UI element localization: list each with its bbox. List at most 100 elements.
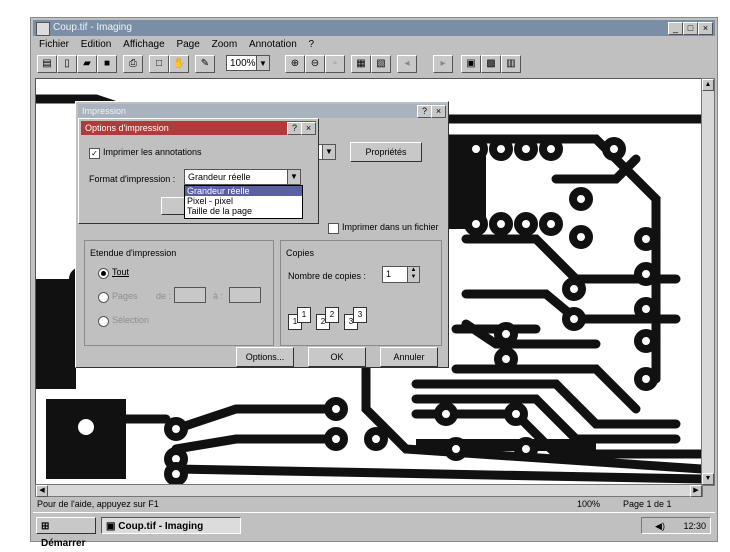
menu-affichage[interactable]: Affichage: [123, 39, 165, 50]
clock: 12:30: [683, 521, 706, 531]
speaker-icon[interactable]: ◀): [655, 521, 665, 531]
taskbar-item-label: Coup.tif - Imaging: [118, 521, 204, 532]
copies-stepper[interactable]: 1 ▲ ▼: [382, 266, 420, 283]
chevron-down-icon: ▼: [287, 170, 300, 184]
scroll-up-icon[interactable]: ▲: [702, 79, 714, 91]
print-format-label: Format d'impression :: [89, 174, 176, 184]
taskbar: ⊞ Démarrer ▣ Coup.tif - Imaging ◀) 12:30: [33, 512, 715, 549]
cancel-button[interactable]: Annuler: [380, 347, 438, 367]
next-page-icon[interactable]: ▸: [433, 55, 453, 73]
print-icon[interactable]: ⎙: [123, 55, 143, 73]
screen: Coup.tif - Imaging _ □ × Fichier Edition…: [30, 17, 718, 549]
print-range-title: Etendue d'impression: [90, 248, 177, 258]
one-page-view-icon[interactable]: ▣: [461, 55, 481, 73]
spinner-icon: ▲ ▼: [407, 267, 419, 282]
print-format-dropdown-list: Grandeur réelle Pixel - pixel Taille de …: [184, 185, 303, 219]
horizontal-scrollbar[interactable]: ◀ ▶: [35, 484, 703, 497]
range-pages-label: Pages: [112, 291, 138, 301]
zoom-select[interactable]: 100% ▼: [226, 55, 270, 71]
range-to-label: à :: [213, 291, 224, 301]
print-options-help-button[interactable]: ?: [287, 122, 302, 135]
format-option-actual-size[interactable]: Grandeur réelle: [185, 186, 302, 196]
imaging-app-icon: ▣: [106, 521, 116, 532]
ok-button[interactable]: OK: [308, 347, 366, 367]
copies-value: 1: [386, 269, 392, 279]
print-to-file-label: Imprimer dans un fichier: [342, 222, 439, 232]
print-to-file-checkbox[interactable]: [328, 223, 339, 234]
close-button[interactable]: ×: [698, 22, 713, 35]
range-pages-radio[interactable]: [98, 292, 109, 303]
status-page: Page 1 de 1: [623, 499, 672, 509]
collate-page-icon: 2: [325, 307, 339, 323]
copies-label: Nombre de copies :: [288, 271, 367, 281]
print-options-title: Options d'impression: [85, 123, 169, 133]
range-to-input[interactable]: [229, 287, 261, 303]
print-dialog-titlebar: Impression: [78, 104, 446, 118]
range-all-label: Tout: [112, 267, 130, 277]
status-zoom: 100%: [577, 499, 601, 509]
print-dialog-close-button[interactable]: ×: [431, 105, 446, 118]
minimize-button[interactable]: _: [668, 22, 683, 35]
app-icon: [36, 22, 50, 36]
format-option-pixel[interactable]: Pixel - pixel: [185, 196, 302, 206]
print-format-value: Grandeur réelle: [188, 172, 251, 182]
page-and-thumbnails-icon[interactable]: ▥: [501, 55, 521, 73]
scroll-left-icon[interactable]: ◀: [36, 485, 48, 497]
status-help-text: Pour de l'aide, appuyez sur F1: [37, 499, 159, 509]
hand-icon[interactable]: ✋: [169, 55, 189, 73]
zoom-select-value: 100%: [230, 58, 256, 69]
print-dialog-title: Impression: [82, 106, 127, 116]
maximize-button[interactable]: □: [683, 22, 698, 35]
window-titlebar: Coup.tif - Imaging _ □ ×: [33, 20, 715, 36]
menu-zoom[interactable]: Zoom: [212, 39, 238, 50]
range-from-label: de :: [156, 291, 172, 301]
page-view-icon[interactable]: ▦: [351, 55, 371, 73]
zoom-in-icon[interactable]: ⊕: [285, 55, 305, 73]
chevron-down-icon: ▼: [256, 56, 269, 70]
range-selection-label: Sélection: [112, 315, 150, 325]
scan-icon[interactable]: ▤: [37, 55, 57, 73]
collate-page-icon: 1: [297, 307, 311, 323]
select-icon[interactable]: □: [149, 55, 169, 73]
format-option-page-size[interactable]: Taille de la page: [185, 206, 302, 216]
scroll-right-icon[interactable]: ▶: [690, 485, 702, 497]
scroll-down-icon[interactable]: ▼: [702, 473, 714, 485]
range-all-radio[interactable]: [98, 268, 109, 279]
options-button[interactable]: Options...: [236, 347, 294, 367]
status-bar: Pour de l'aide, appuyez sur F1 100% Page…: [33, 497, 715, 511]
range-from-input[interactable]: [174, 287, 206, 303]
menu-help[interactable]: ?: [309, 39, 315, 50]
copies-title: Copies: [286, 248, 315, 258]
print-options-dialog: Options d'impression ? × ✓ Imprimer les …: [78, 118, 319, 224]
start-button-label: Démarrer: [41, 538, 86, 549]
menu-fichier[interactable]: Fichier: [39, 39, 69, 50]
thumbnail-icon[interactable]: ▧: [371, 55, 391, 73]
range-selection-radio[interactable]: [98, 316, 109, 327]
prev-page-icon[interactable]: ◂: [397, 55, 417, 73]
window-title: Coup.tif - Imaging: [53, 22, 132, 33]
thumbnails-view-icon[interactable]: ▩: [481, 55, 501, 73]
print-options-close-button[interactable]: ×: [301, 122, 316, 135]
chevron-down-icon: ▼: [322, 145, 335, 159]
properties-button[interactable]: Propriétés: [350, 142, 422, 162]
new-icon[interactable]: ▯: [57, 55, 77, 73]
menu-page[interactable]: Page: [176, 39, 199, 50]
print-options-titlebar: Options d'impression: [81, 121, 316, 135]
print-dialog-help-button[interactable]: ?: [417, 105, 432, 118]
windows-logo-icon: ⊞: [41, 521, 50, 532]
collate-page-icon: 3: [353, 307, 367, 323]
annotation-icon[interactable]: ✎: [195, 55, 215, 73]
vertical-scrollbar[interactable]: ▲ ▼: [701, 78, 715, 486]
save-icon[interactable]: ■: [97, 55, 117, 73]
toolbar: ▤ ▯ ▰ ■ ⎙ □ ✋ ✎ 100% ▼ ⊕ ⊖ ▫ ▦ ▧ ◂ ▸ ▣ ▩…: [33, 52, 715, 76]
print-annotations-checkbox[interactable]: ✓: [89, 148, 100, 159]
system-tray: ◀) 12:30: [641, 517, 711, 534]
print-format-select[interactable]: Grandeur réelle ▼: [184, 169, 301, 185]
zoom-out-icon[interactable]: ⊖: [305, 55, 325, 73]
start-button[interactable]: ⊞ Démarrer: [36, 517, 96, 549]
taskbar-item-imaging[interactable]: ▣ Coup.tif - Imaging: [101, 517, 241, 534]
zoom-fit-icon[interactable]: ▫: [325, 55, 345, 73]
menu-annotation[interactable]: Annotation: [249, 39, 297, 50]
open-icon[interactable]: ▰: [77, 55, 97, 73]
menu-edition[interactable]: Edition: [81, 39, 112, 50]
